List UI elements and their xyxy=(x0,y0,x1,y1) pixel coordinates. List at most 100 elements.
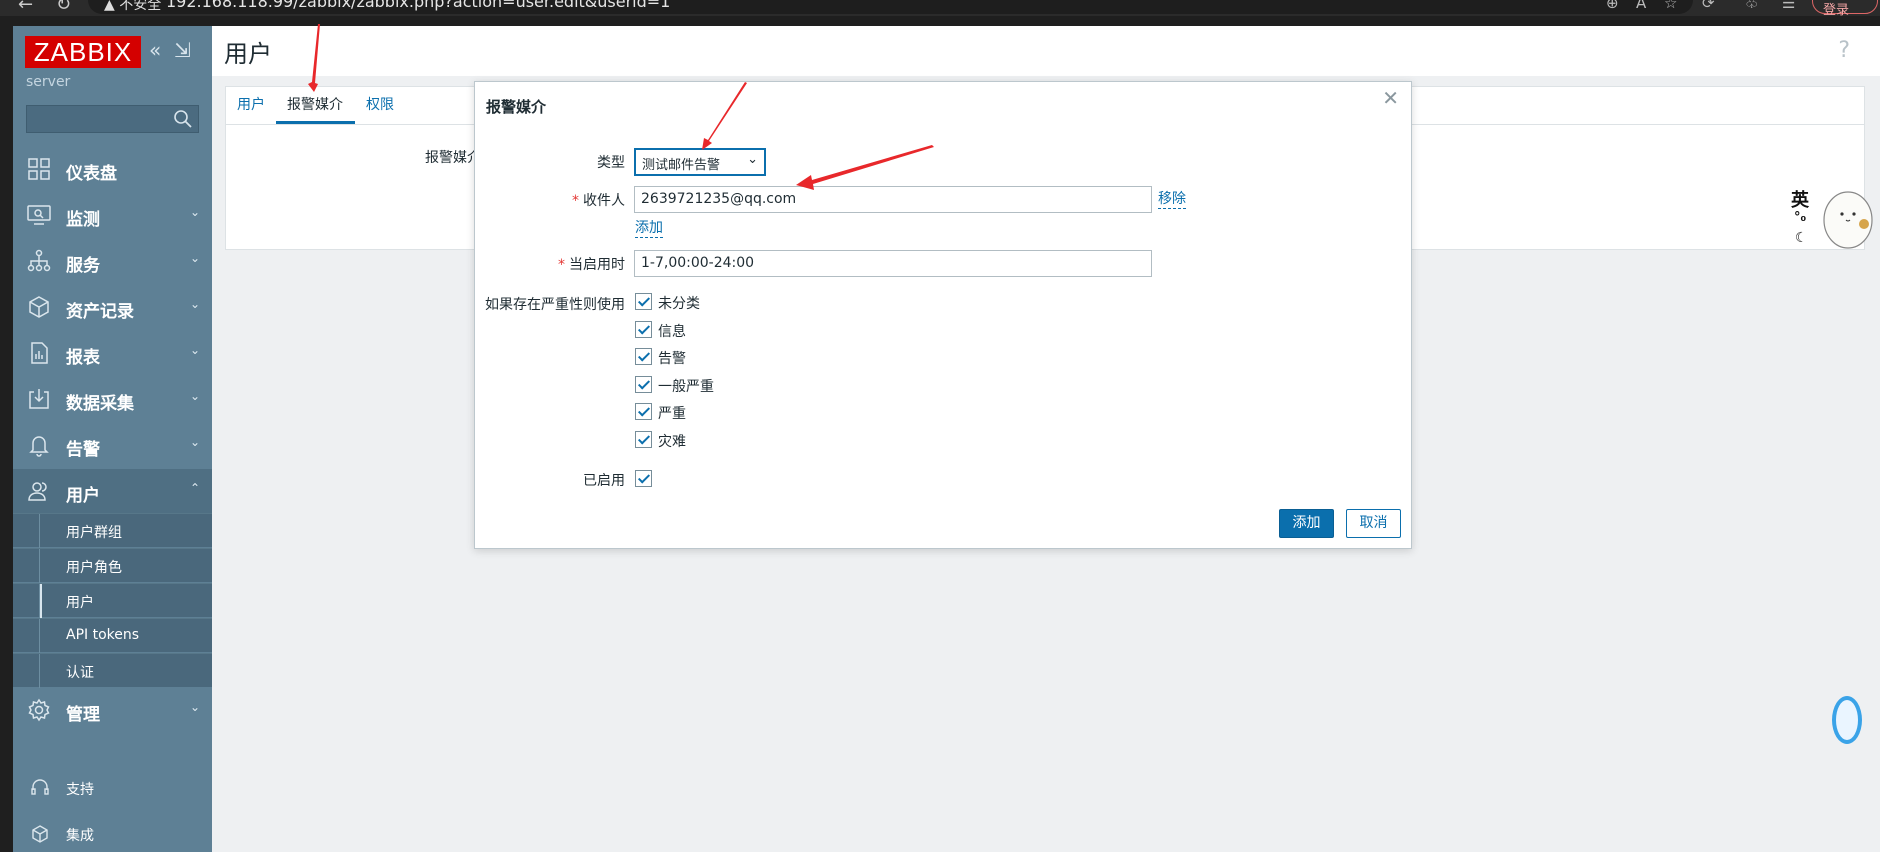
chevron-up-icon: ⌃ xyxy=(189,481,200,495)
chevron-down-icon: ⌄ xyxy=(189,700,200,714)
severity-label-warning: 告警 xyxy=(658,351,686,367)
when-active-input[interactable]: 1-7,00:00-24:00 xyxy=(634,250,1152,277)
login-label: 登录 xyxy=(1823,3,1850,16)
severity-checkbox-warning[interactable] xyxy=(635,348,652,365)
severity-checkbox-information[interactable] xyxy=(635,321,652,338)
favorites-bar-icon[interactable]: ☰ xyxy=(1782,0,1795,12)
media-dialog: 报警媒介 ✕ 类型 测试邮件告警 ⌄ * 收件人 2639721235@qq.co… xyxy=(474,81,1412,549)
submenu-label: 用户 xyxy=(66,595,94,611)
menu-services[interactable]: 服务 ⌄ xyxy=(13,239,212,283)
menu-alerts[interactable]: 告警 ⌄ xyxy=(13,423,212,467)
menu-label: 资产记录 xyxy=(66,302,134,322)
search-input[interactable] xyxy=(26,105,199,133)
security-warning-icon: ▲ 不安全 xyxy=(104,0,161,14)
submenu-authentication[interactable]: 认证 xyxy=(13,653,212,688)
recipient-input[interactable]: 2639721235@qq.com xyxy=(634,186,1152,213)
chevron-down-icon: ⌄ xyxy=(189,389,200,403)
submenu-api-tokens[interactable]: API tokens xyxy=(13,618,212,653)
add-button[interactable]: 添加 xyxy=(1279,509,1334,538)
tab-media[interactable]: 报警媒介 xyxy=(287,94,343,114)
severity-checkbox-high[interactable] xyxy=(635,403,652,420)
severity-label-high: 严重 xyxy=(658,406,686,422)
data-collection-icon xyxy=(29,389,49,409)
server-name: server xyxy=(26,74,71,90)
submenu-label: 用户角色 xyxy=(66,560,122,576)
floating-assistant-icon[interactable] xyxy=(1832,696,1862,744)
services-icon xyxy=(27,249,51,272)
submenu-user-groups[interactable]: 用户群组 xyxy=(13,513,212,548)
page-header: 用户 ? xyxy=(212,26,1880,76)
menu-monitoring[interactable]: 监测 ⌄ xyxy=(13,193,212,237)
hide-sidebar-icon[interactable]: ⇲ xyxy=(174,38,191,62)
cancel-button[interactable]: 取消 xyxy=(1346,509,1401,538)
menu-integrations[interactable]: 集成 xyxy=(13,815,212,851)
security-label: 不安全 xyxy=(119,0,162,13)
submenu-user-roles[interactable]: 用户角色 xyxy=(13,548,212,583)
inventory-icon xyxy=(29,296,49,318)
zabbix-logo[interactable]: ZABBIX xyxy=(25,36,141,68)
media-field-label: 报警媒介 xyxy=(425,150,481,166)
severity-label-information: 信息 xyxy=(658,324,686,340)
recipient-label: * 收件人 xyxy=(535,190,625,210)
add-recipient-link[interactable]: 添加 xyxy=(635,220,663,238)
when-active-value: 1-7,00:00-24:00 xyxy=(641,255,755,271)
menu-administration[interactable]: 管理 ⌄ xyxy=(13,688,212,732)
tab-user[interactable]: 用户 xyxy=(237,94,265,114)
url-text: 192.168.118.99/zabbix/zabbix.php?action=… xyxy=(166,0,671,11)
remove-link[interactable]: 移除 xyxy=(1158,191,1186,209)
menu-data-collection[interactable]: 数据采集 ⌄ xyxy=(13,377,212,421)
recipient-label-text: 收件人 xyxy=(583,193,625,209)
menu-users[interactable]: 用户 ⌃ xyxy=(13,469,212,513)
menu-label: 管理 xyxy=(66,705,100,725)
menu-reports[interactable]: 报表 ⌄ xyxy=(13,331,212,375)
extensions-icon[interactable]: ⟳ xyxy=(1702,0,1715,12)
collapse-sidebar-icon[interactable]: « xyxy=(149,38,161,62)
severity-checkbox-disaster[interactable] xyxy=(635,431,652,448)
chevron-down-icon: ⌄ xyxy=(747,152,758,167)
submenu-label: 用户群组 xyxy=(66,525,122,541)
ime-indicator: 英 xyxy=(1791,190,1809,211)
severity-checkbox-not-classified[interactable] xyxy=(635,293,652,310)
menu-support[interactable]: 支持 xyxy=(13,769,212,805)
dialog-title: 报警媒介 xyxy=(486,98,547,116)
page-title: 用户 xyxy=(224,40,272,68)
help-icon[interactable]: ? xyxy=(1838,38,1850,63)
menu-label: 数据采集 xyxy=(66,394,134,414)
menu-inventory[interactable]: 资产记录 ⌄ xyxy=(13,285,212,329)
zoom-icon[interactable]: ⊕ xyxy=(1606,0,1619,12)
ime-punctuation: °₀ xyxy=(1794,210,1807,225)
collections-icon[interactable]: ♧ xyxy=(1745,0,1758,12)
search-icon[interactable] xyxy=(173,109,193,129)
alerts-icon xyxy=(29,436,49,457)
support-label: 支持 xyxy=(66,782,94,798)
enabled-checkbox[interactable] xyxy=(635,470,652,487)
reload-icon[interactable]: ↻ xyxy=(56,0,71,15)
chevron-down-icon: ⌄ xyxy=(189,343,200,357)
menu-label: 监测 xyxy=(66,210,100,230)
favorite-star-icon[interactable]: ☆ xyxy=(1664,0,1677,12)
monitoring-icon xyxy=(27,205,51,225)
browser-toolbar: ← ↻ ▲ 不安全 192.168.118.99/zabbix/zabbix.p… xyxy=(0,0,1880,16)
read-aloud-icon[interactable]: A xyxy=(1636,0,1646,12)
severity-checkbox-average[interactable] xyxy=(635,376,652,393)
chevron-down-icon: ⌄ xyxy=(189,435,200,449)
menu-dashboard[interactable]: 仪表盘 xyxy=(13,147,212,191)
close-icon[interactable]: ✕ xyxy=(1382,86,1399,110)
when-active-label-text: 当启用时 xyxy=(569,257,625,273)
severity-label: 如果存在严重性则使用 xyxy=(485,297,625,313)
address-bar[interactable]: ▲ 不安全 192.168.118.99/zabbix/zabbix.php?a… xyxy=(88,0,1693,14)
submenu-users[interactable]: 用户 xyxy=(13,583,212,618)
back-icon[interactable]: ← xyxy=(18,0,33,15)
type-select-value: 测试邮件告警 xyxy=(642,158,721,173)
menu-label: 用户 xyxy=(66,486,100,506)
users-icon xyxy=(28,482,47,501)
when-active-label: * 当启用时 xyxy=(515,254,625,274)
login-button[interactable]: 登录 xyxy=(1812,0,1878,16)
tab-permissions[interactable]: 权限 xyxy=(366,94,394,114)
type-select[interactable]: 测试邮件告警 ⌄ xyxy=(634,148,766,176)
severity-label-average: 一般严重 xyxy=(658,379,714,395)
integrations-icon xyxy=(32,825,48,843)
chevron-down-icon: ⌄ xyxy=(189,297,200,311)
required-marker: * xyxy=(572,193,579,209)
headset-icon xyxy=(31,779,49,795)
